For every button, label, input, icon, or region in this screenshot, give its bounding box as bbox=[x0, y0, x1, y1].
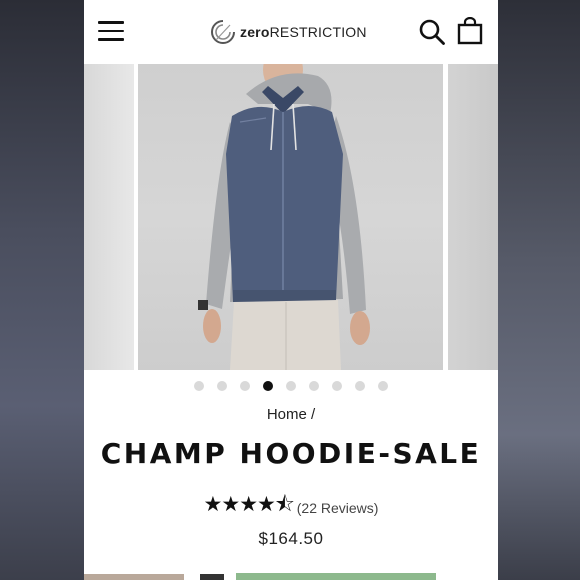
star-rating-icon: ★★★★⯪ bbox=[203, 493, 295, 516]
logo-swirl-icon bbox=[211, 20, 235, 44]
carousel-dot[interactable] bbox=[332, 381, 342, 391]
product-image-hoodie[interactable] bbox=[138, 64, 443, 370]
breadcrumb: Home / bbox=[84, 406, 498, 423]
carousel-dot[interactable] bbox=[217, 381, 227, 391]
next-slide-image[interactable] bbox=[448, 64, 498, 370]
carousel-dot[interactable] bbox=[194, 381, 204, 391]
cut-off-content bbox=[84, 572, 498, 580]
background-left bbox=[0, 0, 84, 580]
carousel-dot[interactable] bbox=[309, 381, 319, 391]
carousel-dot[interactable] bbox=[355, 381, 365, 391]
carousel-dot[interactable] bbox=[286, 381, 296, 391]
site-header: zeroRESTRICTION bbox=[84, 0, 498, 64]
carousel-dot[interactable] bbox=[378, 381, 388, 391]
carousel-dot-active[interactable] bbox=[263, 381, 273, 391]
background-right bbox=[498, 0, 580, 580]
product-price: $164.50 bbox=[258, 529, 324, 548]
breadcrumb-home-link[interactable]: Home bbox=[267, 406, 307, 423]
carousel-dot[interactable] bbox=[240, 381, 250, 391]
model-wearing-hoodie-image bbox=[198, 64, 370, 370]
reviews-count-link[interactable]: (22 Reviews) bbox=[297, 500, 379, 516]
search-icon[interactable] bbox=[418, 18, 446, 46]
logo-wordmark: zeroRESTRICTION bbox=[240, 24, 367, 40]
product-title: CHAMP HOODIE-SALE bbox=[100, 437, 482, 470]
carousel-pagination bbox=[84, 381, 498, 393]
product-page: zeroRESTRICTION Home / CHAMP HOODIE-SALE… bbox=[84, 0, 498, 580]
brand-logo[interactable]: zeroRESTRICTION bbox=[210, 18, 367, 46]
breadcrumb-separator: / bbox=[311, 406, 316, 423]
product-image-carousel[interactable] bbox=[84, 64, 498, 370]
hamburger-menu-icon[interactable] bbox=[98, 20, 124, 42]
product-rating[interactable]: ★★★★⯪ (22 Reviews) bbox=[84, 490, 498, 525]
shopping-bag-icon[interactable] bbox=[456, 17, 484, 45]
previous-slide-image[interactable] bbox=[84, 64, 134, 370]
